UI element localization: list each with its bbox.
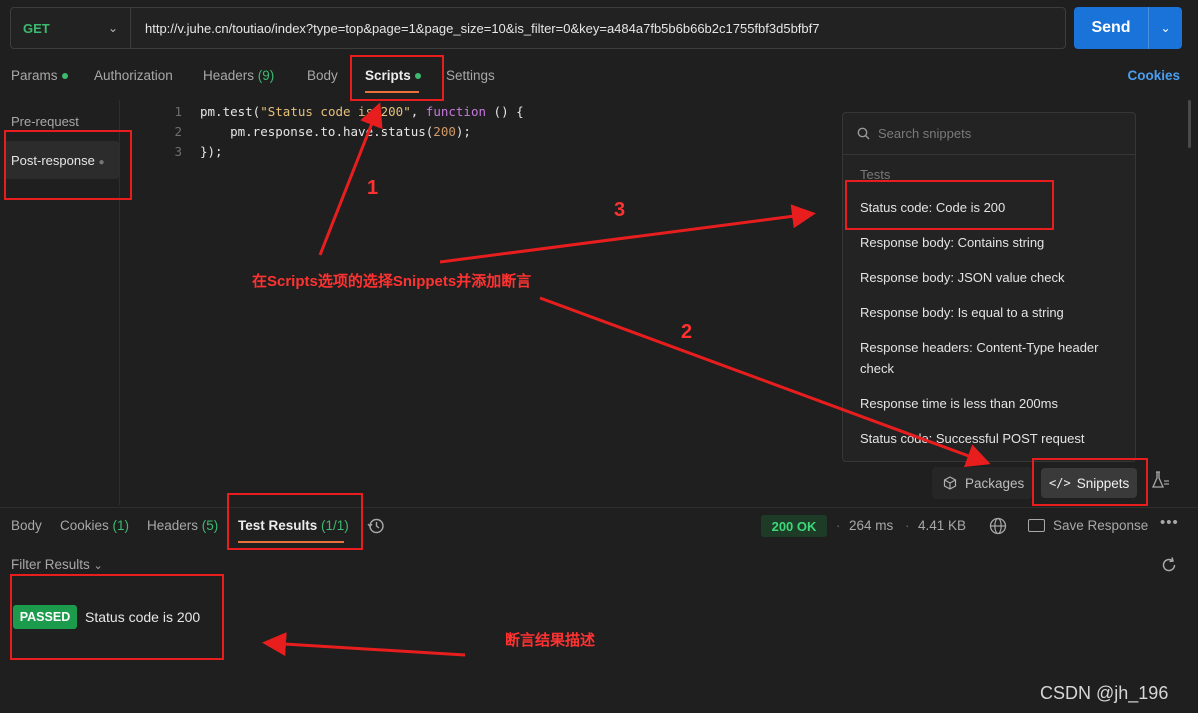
arrow-result (262, 632, 466, 657)
send-button[interactable]: Send ⌄ (1074, 7, 1182, 49)
tab-settings[interactable]: Settings (446, 68, 495, 83)
annotation-box-snippet (845, 180, 1054, 230)
url-bar: GET ⌄ http://v.juhe.cn/toutiao/index?typ… (10, 7, 1066, 49)
response-tab-headers-count: (5) (201, 518, 219, 533)
code-token: ); (455, 124, 471, 139)
code-number: 200 (433, 124, 456, 139)
response-time: 264 ms (849, 518, 894, 533)
code-token: () { (486, 104, 524, 119)
send-options-chevron-icon[interactable]: ⌄ (1148, 7, 1182, 49)
snippet-item[interactable]: Status code: Successful POST request (860, 428, 1122, 449)
script-editor[interactable]: 1 pm.test("Status code is 200", function … (160, 102, 524, 162)
code-line: 2 pm.response.to.have.status(200); (160, 122, 524, 142)
save-response-label: Save Response (1053, 518, 1149, 533)
code-token: , (410, 104, 426, 119)
tab-headers-label: Headers (203, 68, 255, 83)
editor-scrollbar[interactable] (1188, 100, 1191, 148)
line-number: 2 (174, 124, 182, 139)
watermark: CSDN @jh_196 (1040, 683, 1169, 703)
annotation-box-test-results (227, 493, 363, 550)
url-input[interactable]: http://v.juhe.cn/toutiao/index?type=top&… (131, 21, 1065, 36)
tab-headers[interactable]: Headers (9) (203, 68, 274, 83)
snippets-panel: Search snippets Tests Status code: Code … (842, 112, 1136, 462)
send-label: Send (1091, 19, 1131, 36)
side-item-pre-request[interactable]: Pre-request (11, 114, 79, 129)
tab-headers-count: (9) (257, 68, 275, 83)
snippet-item[interactable]: Response time is less than 200ms (860, 393, 1122, 414)
snippet-item[interactable]: Response body: Contains string (860, 232, 1122, 253)
meta-separator: · (836, 518, 841, 533)
response-tab-cookies[interactable]: Cookies (1) (60, 518, 129, 533)
tab-params-label: Params (11, 68, 58, 83)
response-tab-cookies-count: (1) (112, 518, 130, 533)
status-badge: 200 OK (761, 515, 827, 537)
annotation-step-1: 1 (367, 177, 379, 199)
code-string: "Status code is 200" (260, 104, 411, 119)
filter-results-dropdown[interactable]: Filter Results ⌄ (11, 557, 103, 572)
tab-authorization[interactable]: Authorization (94, 68, 173, 83)
history-icon[interactable] (366, 516, 386, 536)
request-tabs: Params Authorization Headers (9) Body Sc… (0, 60, 1198, 96)
snippet-item[interactable]: Response headers: Content-Type header ch… (860, 337, 1122, 379)
search-icon (857, 127, 870, 140)
method-select[interactable]: GET ⌄ (11, 8, 131, 48)
save-response-button[interactable]: Save Response (1028, 518, 1148, 533)
chevron-down-icon: ⌄ (107, 21, 118, 35)
code-token: pm.test( (200, 104, 261, 119)
code-token: }); (200, 144, 223, 159)
code-line: 3}); (160, 142, 524, 162)
response-tab-cookies-label: Cookies (60, 518, 109, 533)
snippet-search[interactable]: Search snippets (843, 113, 1135, 155)
annotation-box-post-response (4, 130, 132, 200)
annotation-box-scripts (350, 55, 444, 101)
response-tab-headers-label: Headers (147, 518, 199, 533)
code-keyword: function (425, 104, 487, 119)
response-divider (0, 507, 1198, 508)
code-token: pm.response.to.have.status( (200, 124, 434, 139)
tab-params[interactable]: Params (11, 68, 68, 83)
packages-label: Packages (965, 475, 1025, 491)
more-icon[interactable]: ••• (1160, 514, 1179, 531)
globe-icon[interactable] (988, 516, 1008, 536)
line-number: 3 (174, 144, 182, 159)
package-icon (943, 476, 957, 490)
snippet-item[interactable]: Response body: Is equal to a string (860, 302, 1122, 323)
filter-results-label: Filter Results (11, 557, 90, 572)
line-number: 1 (174, 104, 182, 119)
annotation-main-text: 在Scripts选项的选择Snippets并添加断言 (252, 273, 532, 290)
response-size: 4.41 KB (918, 518, 967, 533)
meta-separator: · (905, 518, 910, 533)
response-tab-headers[interactable]: Headers (5) (147, 518, 218, 533)
cookies-link[interactable]: Cookies (1127, 68, 1180, 83)
response-tab-body[interactable]: Body (11, 518, 42, 533)
snippet-search-placeholder: Search snippets (878, 126, 972, 141)
tab-body[interactable]: Body (307, 68, 338, 83)
snippet-item[interactable]: Response body: JSON value check (860, 267, 1122, 288)
annotation-step-2: 2 (681, 321, 693, 343)
method-label: GET (23, 20, 50, 36)
chevron-down-icon: ⌄ (93, 560, 103, 572)
annotation-box-snippets-button (1032, 458, 1148, 506)
annotation-step-3: 3 (614, 199, 626, 221)
annotation-box-passed (10, 574, 224, 660)
refresh-icon[interactable] (1160, 556, 1178, 574)
code-line: 1 pm.test("Status code is 200", function … (160, 102, 524, 122)
annotation-result-text: 断言结果描述 (505, 632, 596, 649)
flask-icon[interactable] (1150, 470, 1170, 494)
save-icon (1028, 519, 1045, 532)
packages-button[interactable]: Packages (932, 467, 1032, 499)
params-dot-icon (61, 73, 68, 80)
